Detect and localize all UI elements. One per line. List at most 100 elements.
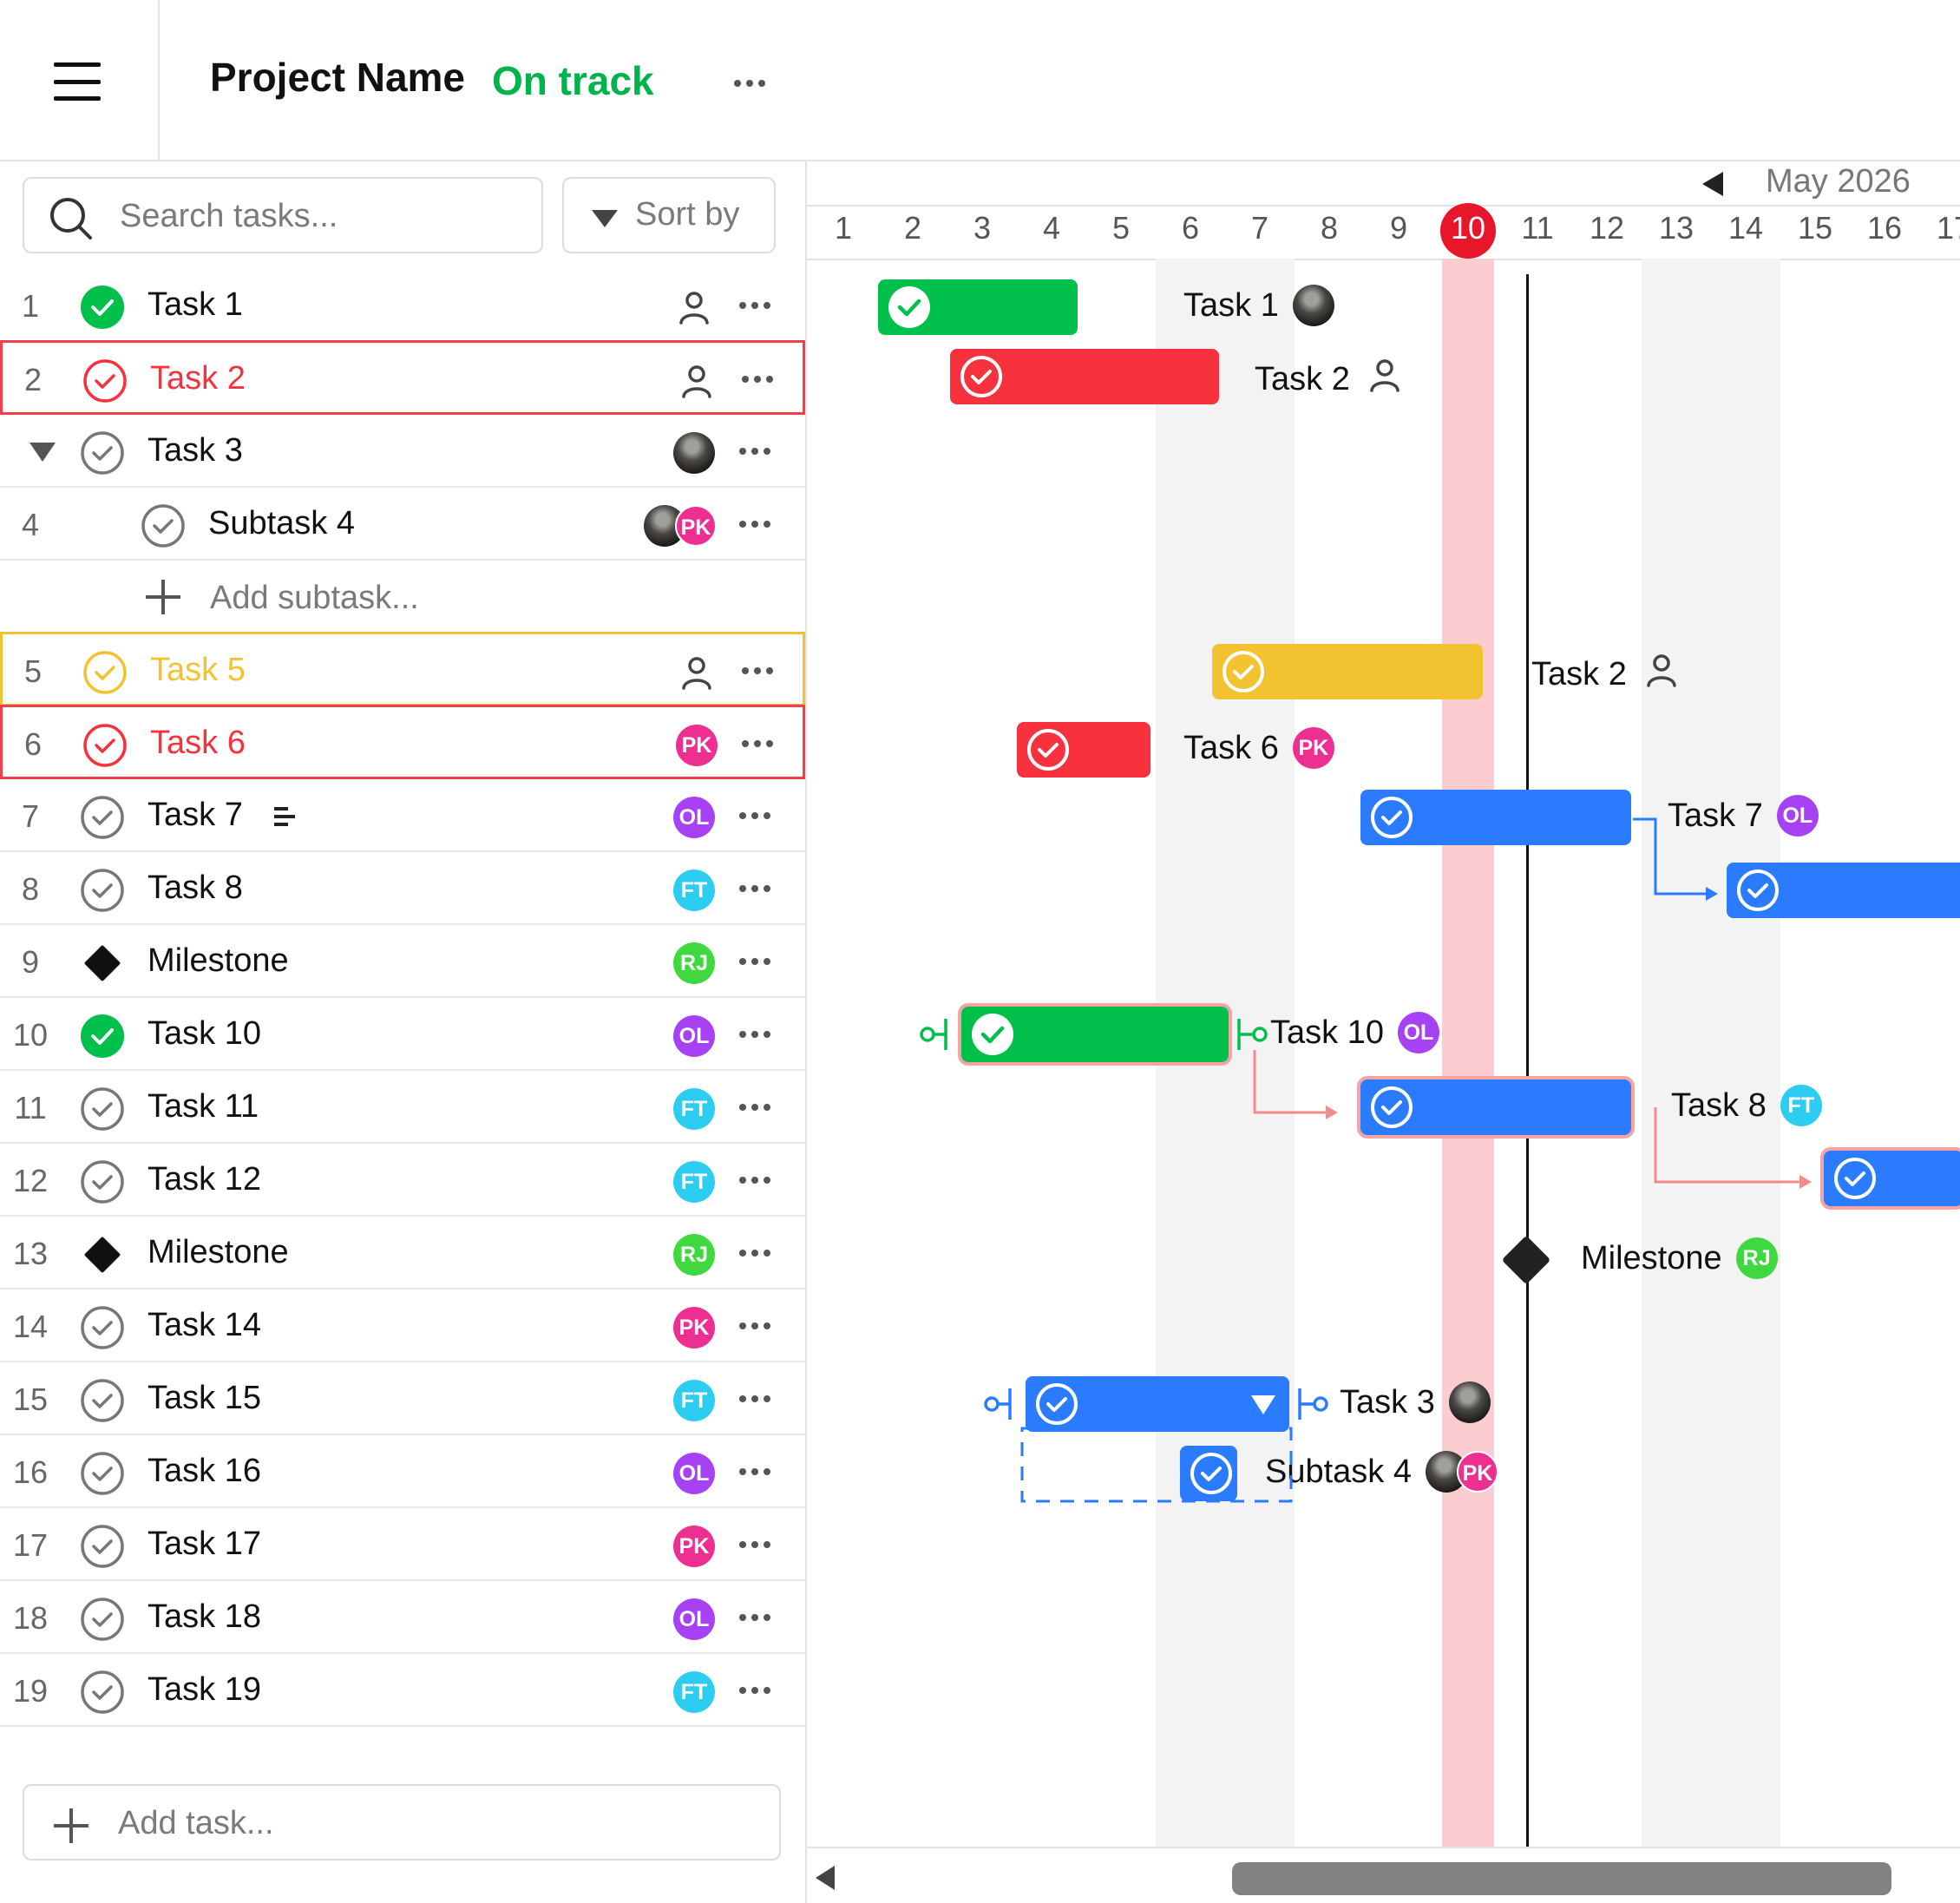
more-horizontal-icon[interactable] bbox=[739, 1468, 770, 1475]
task-name[interactable]: Task 3 bbox=[147, 432, 243, 469]
more-horizontal-icon[interactable] bbox=[739, 521, 770, 528]
task-name[interactable]: Task 19 bbox=[147, 1671, 261, 1709]
prev-month-icon[interactable] bbox=[1701, 170, 1725, 198]
more-horizontal-icon[interactable] bbox=[742, 376, 773, 383]
task-row[interactable]: 15 Task 15 FT bbox=[0, 1362, 805, 1435]
gantt-bar[interactable] bbox=[1212, 644, 1483, 699]
task-name[interactable]: Milestone bbox=[147, 1234, 289, 1271]
gantt-bar[interactable] bbox=[1360, 1079, 1631, 1135]
task-row[interactable]: 16 Task 16 OL bbox=[0, 1435, 805, 1508]
bar-check-icon[interactable] bbox=[1832, 1156, 1878, 1205]
gantt-bar[interactable] bbox=[1180, 1446, 1237, 1501]
day-label[interactable]: 1 bbox=[809, 210, 878, 246]
task-name[interactable]: Task 18 bbox=[147, 1598, 261, 1636]
task-name[interactable]: Task 15 bbox=[147, 1380, 261, 1417]
task-name[interactable]: Milestone bbox=[147, 942, 289, 980]
more-horizontal-icon[interactable] bbox=[739, 1541, 770, 1548]
day-label[interactable]: 15 bbox=[1780, 210, 1850, 246]
avatar-PK[interactable]: PK bbox=[673, 1526, 715, 1567]
more-horizontal-icon[interactable] bbox=[739, 1614, 770, 1621]
task-name[interactable]: Subtask 4 bbox=[208, 505, 355, 542]
task-name[interactable]: Task 14 bbox=[147, 1307, 261, 1344]
day-label[interactable]: 3 bbox=[947, 210, 1017, 246]
avatar-PK[interactable]: PK bbox=[1292, 727, 1334, 769]
check-circle-icon[interactable] bbox=[80, 1159, 125, 1209]
bar-check-icon[interactable] bbox=[1034, 1381, 1079, 1431]
check-circle-icon[interactable] bbox=[80, 430, 125, 480]
task-row[interactable]: Task 3 bbox=[0, 415, 805, 488]
more-horizontal-icon[interactable] bbox=[742, 740, 773, 747]
task-row[interactable]: 5 Task 5 bbox=[0, 632, 805, 706]
check-circle-icon[interactable] bbox=[82, 358, 128, 408]
avatar-OL[interactable]: OL bbox=[673, 797, 715, 838]
more-horizontal-icon[interactable] bbox=[739, 1031, 770, 1038]
task-row[interactable]: 4 Subtask 4 PK bbox=[0, 488, 805, 561]
day-label[interactable]: 5 bbox=[1086, 210, 1156, 246]
task-row[interactable]: 19 Task 19 FT bbox=[0, 1654, 805, 1727]
avatar-FT[interactable]: FT bbox=[673, 1671, 715, 1713]
day-label[interactable]: 11 bbox=[1503, 210, 1572, 246]
bar-check-icon[interactable] bbox=[1221, 649, 1266, 699]
avatar-group[interactable]: PK bbox=[644, 505, 717, 547]
check-circle-icon[interactable] bbox=[80, 1451, 125, 1500]
more-horizontal-icon[interactable] bbox=[734, 80, 765, 87]
task-name[interactable]: Task 10 bbox=[147, 1015, 261, 1053]
task-row[interactable]: 6 Task 6 PK bbox=[0, 705, 805, 779]
bar-check-icon[interactable] bbox=[1369, 795, 1414, 844]
scroll-left-icon[interactable] bbox=[814, 1864, 836, 1892]
caret-down-icon[interactable] bbox=[1249, 1394, 1277, 1416]
task-name[interactable]: Task 11 bbox=[147, 1088, 259, 1125]
avatar-OL[interactable]: OL bbox=[673, 1598, 715, 1640]
more-horizontal-icon[interactable] bbox=[739, 1687, 770, 1694]
person-icon[interactable] bbox=[673, 286, 715, 332]
bar-check-icon[interactable] bbox=[1369, 1085, 1414, 1134]
more-horizontal-icon[interactable] bbox=[739, 1322, 770, 1329]
avatar-FT[interactable]: FT bbox=[673, 1161, 715, 1203]
gantt-bar[interactable] bbox=[950, 349, 1219, 404]
dependency-handle-right[interactable] bbox=[1234, 1014, 1270, 1060]
person-icon[interactable] bbox=[1641, 649, 1682, 699]
gantt-bar[interactable] bbox=[1824, 1151, 1960, 1206]
task-name[interactable]: Task 5 bbox=[150, 652, 246, 689]
task-row[interactable]: 1 Task 1 bbox=[0, 269, 805, 342]
task-row[interactable]: 13 Milestone RJ bbox=[0, 1217, 805, 1289]
bar-check-icon[interactable] bbox=[970, 1012, 1015, 1061]
more-horizontal-icon[interactable] bbox=[739, 1395, 770, 1402]
person-icon[interactable] bbox=[676, 360, 718, 406]
avatar-FT[interactable]: FT bbox=[673, 869, 715, 911]
bar-check-icon[interactable] bbox=[959, 354, 1004, 404]
project-status[interactable]: On track bbox=[492, 57, 654, 104]
more-horizontal-icon[interactable] bbox=[739, 302, 770, 309]
day-label[interactable]: 4 bbox=[1017, 210, 1086, 246]
avatar-photo[interactable] bbox=[673, 432, 715, 474]
avatar-OL[interactable]: OL bbox=[673, 1015, 715, 1057]
day-label[interactable]: 13 bbox=[1642, 210, 1711, 246]
check-circle-icon[interactable] bbox=[80, 1305, 125, 1355]
person-icon[interactable] bbox=[1364, 354, 1406, 404]
avatar-RJ[interactable]: RJ bbox=[673, 1234, 715, 1276]
more-horizontal-icon[interactable] bbox=[739, 812, 770, 819]
avatar-PK[interactable]: PK bbox=[676, 725, 718, 766]
more-horizontal-icon[interactable] bbox=[742, 667, 773, 674]
day-label[interactable]: 16 bbox=[1850, 210, 1919, 246]
task-row[interactable]: 11 Task 11 FT bbox=[0, 1071, 805, 1144]
more-horizontal-icon[interactable] bbox=[739, 885, 770, 892]
avatar-photo[interactable] bbox=[1292, 285, 1334, 326]
dependency-handle-left[interactable] bbox=[984, 1383, 1020, 1429]
person-icon[interactable] bbox=[676, 652, 718, 698]
task-name[interactable]: Task 17 bbox=[147, 1526, 261, 1563]
task-name[interactable]: Task 6 bbox=[150, 725, 246, 762]
dependency-handle-right[interactable] bbox=[1295, 1383, 1331, 1429]
task-name[interactable]: Task 7 bbox=[147, 797, 243, 834]
day-label[interactable]: 9 bbox=[1364, 210, 1433, 246]
task-row[interactable]: 14 Task 14 PK bbox=[0, 1289, 805, 1362]
milestone-icon[interactable] bbox=[80, 941, 125, 990]
day-label[interactable]: 12 bbox=[1572, 210, 1642, 246]
bar-check-icon[interactable] bbox=[1189, 1451, 1234, 1500]
sort-button[interactable]: Sort by bbox=[562, 177, 776, 253]
gantt-bar[interactable] bbox=[961, 1007, 1229, 1062]
check-circle-icon[interactable] bbox=[80, 1670, 125, 1719]
avatar-OL[interactable]: OL bbox=[1776, 795, 1819, 837]
bar-check-icon[interactable] bbox=[1026, 727, 1071, 777]
gantt-bar[interactable] bbox=[1026, 1376, 1289, 1432]
